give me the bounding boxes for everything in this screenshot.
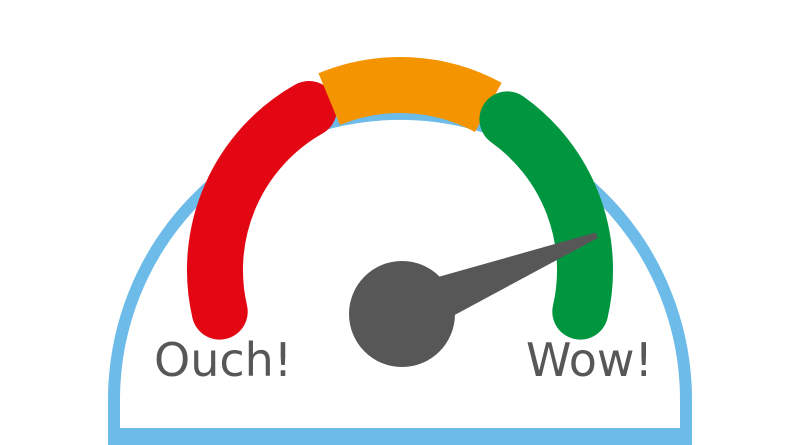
gauge-segment-orange bbox=[318, 57, 502, 133]
gauge-left-label: Ouch! bbox=[154, 333, 292, 387]
gauge-needle-hub bbox=[349, 261, 455, 367]
gauge-widget: Ouch! Wow! bbox=[0, 0, 800, 445]
gauge-graphic: Ouch! Wow! bbox=[108, 57, 692, 445]
gauge-frame-base bbox=[108, 428, 692, 445]
gauge-right-label: Wow! bbox=[526, 333, 653, 387]
